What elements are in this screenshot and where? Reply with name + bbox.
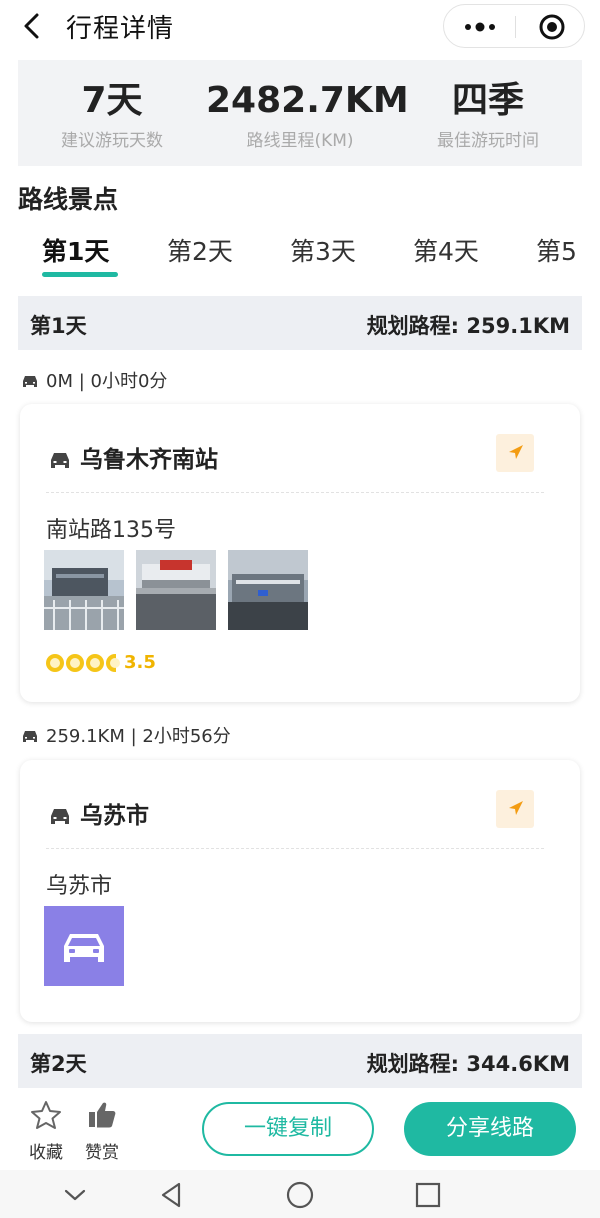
day-header: 第1天 规划路程: 259.1KM xyxy=(18,296,582,350)
stop-placeholder-image[interactable] xyxy=(44,906,124,986)
close-button[interactable] xyxy=(516,5,586,49)
star-icon xyxy=(86,653,104,672)
chevron-down-icon xyxy=(64,1189,86,1201)
stat-label: 最佳游玩时间 xyxy=(437,131,539,151)
route-segment-info: 259.1KM | 2小时56分 xyxy=(22,722,231,748)
nav-home-button[interactable] xyxy=(285,1180,315,1210)
station-photo-icon xyxy=(228,550,308,630)
route-segment-info: 0M | 0小时0分 xyxy=(22,367,167,393)
thumbs-up-icon xyxy=(89,1102,116,1128)
day-tabs: 第1天 第2天 第3天 第4天 第5 xyxy=(0,228,600,280)
stop-photo[interactable] xyxy=(228,550,308,630)
day-name: 第1天 xyxy=(30,314,87,338)
stop-card[interactable]: 乌苏市 乌苏市 xyxy=(20,760,580,1022)
stop-title: 乌苏市 xyxy=(50,796,149,830)
tab-day-5[interactable]: 第5 xyxy=(536,232,577,268)
card-divider xyxy=(46,848,544,849)
stop-photo[interactable] xyxy=(136,550,216,630)
car-icon xyxy=(51,809,69,824)
nav-back-button[interactable] xyxy=(157,1180,187,1210)
active-tab-indicator xyxy=(42,272,118,277)
mini-program-capsule xyxy=(443,4,585,48)
section-title: 路线景点 xyxy=(18,185,119,214)
circle-home-icon xyxy=(286,1181,314,1209)
station-photo-icon xyxy=(136,550,216,630)
star-icon xyxy=(66,653,84,672)
like-button[interactable]: 赞赏 xyxy=(77,1100,127,1163)
navigate-button[interactable] xyxy=(496,434,534,472)
stop-title-text: 乌鲁木齐南站 xyxy=(80,447,218,473)
stop-title: 乌鲁木齐南站 xyxy=(50,440,218,474)
navigate-button[interactable] xyxy=(496,790,534,828)
page-title: 行程详情 xyxy=(66,14,175,44)
system-navigation-bar xyxy=(0,1170,600,1218)
triangle-back-icon xyxy=(161,1182,181,1208)
star-icon xyxy=(46,653,64,672)
stat-label: 路线里程(KM) xyxy=(246,131,354,151)
stat-label: 建议游玩天数 xyxy=(61,131,163,151)
top-bar: 行程详情 xyxy=(0,0,600,56)
stop-title-text: 乌苏市 xyxy=(80,803,149,829)
navigation-arrow-icon xyxy=(509,445,523,459)
stop-card[interactable]: 乌鲁木齐南站 南站路135号 3.5 xyxy=(20,404,580,702)
target-close-icon xyxy=(539,14,565,40)
square-recents-icon xyxy=(415,1182,441,1208)
day-name: 第2天 xyxy=(30,1052,87,1076)
back-button[interactable] xyxy=(18,10,48,42)
nav-recents-button[interactable] xyxy=(413,1180,443,1210)
stat-season: 四季 最佳游玩时间 xyxy=(394,78,582,151)
tab-day-4[interactable]: 第4天 xyxy=(413,232,479,268)
stop-rating: 3.5 xyxy=(46,652,156,674)
chevron-left-icon xyxy=(24,13,39,39)
star-outline-icon xyxy=(31,1101,61,1129)
bottom-action-bar: 收藏 赞赏 一键复制 分享线路 xyxy=(0,1090,600,1170)
tab-day-2[interactable]: 第2天 xyxy=(167,232,233,268)
car-icon xyxy=(23,731,37,742)
more-dots-icon xyxy=(465,22,495,32)
car-icon xyxy=(51,453,69,468)
share-route-button[interactable]: 分享线路 xyxy=(404,1102,576,1156)
rating-score: 3.5 xyxy=(124,652,156,673)
station-photo-icon xyxy=(44,550,124,630)
stat-distance: 2482.7KM 路线里程(KM) xyxy=(206,78,409,151)
route-segment-text: 259.1KM | 2小时56分 xyxy=(46,726,231,747)
stop-photo[interactable] xyxy=(44,550,124,630)
navigation-arrow-icon xyxy=(509,801,523,815)
stop-address: 乌苏市 xyxy=(46,874,113,899)
stat-days: 7天 建议游玩天数 xyxy=(18,78,206,151)
car-icon xyxy=(23,376,37,387)
day-header: 第2天 规划路程: 344.6KM xyxy=(18,1034,582,1088)
route-segment-text: 0M | 0小时0分 xyxy=(46,371,168,392)
more-button[interactable] xyxy=(444,5,516,49)
day-distance: 规划路程: 259.1KM xyxy=(366,314,570,338)
stat-value: 7天 xyxy=(81,80,143,121)
favorite-button[interactable]: 收藏 xyxy=(21,1100,71,1163)
half-star-icon xyxy=(106,653,120,672)
tab-day-1[interactable]: 第1天 xyxy=(42,232,109,268)
nav-collapse-button[interactable] xyxy=(60,1180,90,1210)
like-label: 赞赏 xyxy=(85,1143,119,1163)
stat-value: 四季 xyxy=(451,80,524,121)
route-stats-panel: 7天 建议游玩天数 2482.7KM 路线里程(KM) 四季 最佳游玩时间 xyxy=(18,60,582,166)
day-distance: 规划路程: 344.6KM xyxy=(366,1052,570,1076)
card-divider xyxy=(46,492,544,493)
stop-address: 南站路135号 xyxy=(46,518,176,543)
stat-value: 2482.7KM xyxy=(206,80,409,121)
tab-day-3[interactable]: 第3天 xyxy=(290,232,356,268)
favorite-label: 收藏 xyxy=(29,1143,63,1163)
copy-route-button[interactable]: 一键复制 xyxy=(202,1102,374,1156)
car-icon xyxy=(64,934,104,962)
